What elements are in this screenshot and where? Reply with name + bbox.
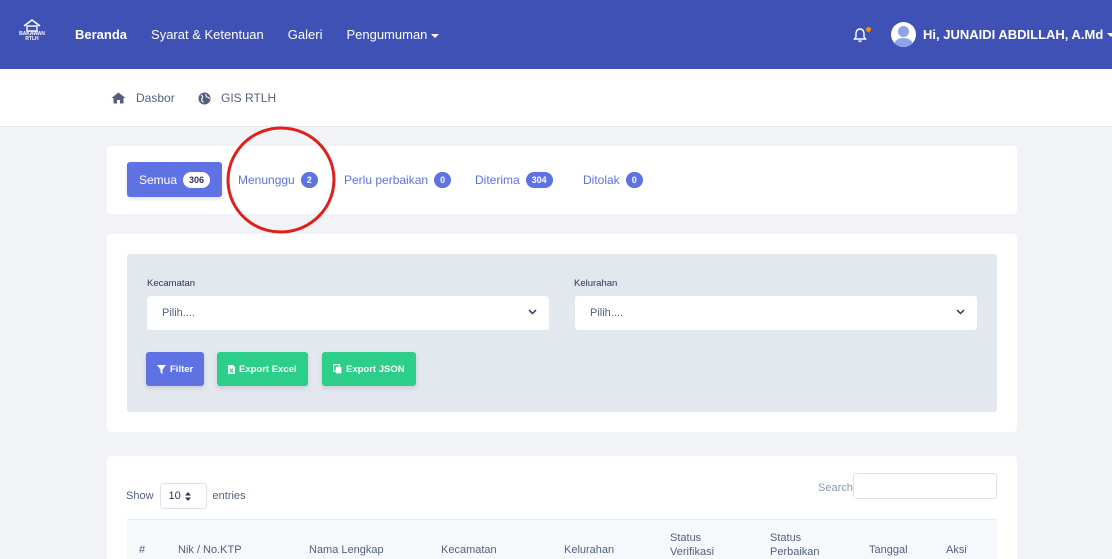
- entries-select[interactable]: 10: [159, 483, 207, 509]
- show-label: Show: [126, 490, 154, 502]
- search-input[interactable]: [853, 473, 997, 499]
- export-json-button[interactable]: Export JSON: [322, 352, 416, 386]
- breadcrumb-item-dasbor[interactable]: Dasbor: [111, 91, 175, 105]
- column-header-nik[interactable]: Nik / No.KTP: [178, 543, 242, 557]
- nav-item-pengumuman-label: Pengumuman: [346, 27, 428, 42]
- column-header-kecamatan[interactable]: Kecamatan: [441, 543, 497, 557]
- filter-button[interactable]: Filter: [146, 352, 205, 386]
- user-name: Hi, JUNAIDI ABDILLAH, A.Md: [923, 27, 1104, 42]
- top-navbar: BAKAWAN RTLH Beranda Syarat & Ketentuan …: [0, 0, 1112, 69]
- brand-text: BAKAWAN RTLH: [19, 31, 45, 42]
- tab-semua[interactable]: Semua 306: [127, 162, 223, 197]
- table-header: # Nik / No.KTP Nama Lengkap Kecamatan Ke…: [127, 519, 997, 559]
- entries-length-control: Show 10 entries: [126, 483, 246, 509]
- tab-ditolak[interactable]: Ditolak 0: [583, 162, 643, 197]
- export-excel-button[interactable]: Export Excel: [217, 352, 308, 386]
- column-header-kelurahan[interactable]: Kelurahan: [564, 543, 614, 557]
- count-badge: 304: [525, 171, 553, 188]
- home-icon: [111, 92, 126, 104]
- funnel-icon: [157, 364, 166, 374]
- kelurahan-select[interactable]: Pilih....: [575, 296, 977, 330]
- table-card: Show 10 entries Search: # Nik / No.KTP N…: [107, 456, 1017, 559]
- chevron-down-icon: [528, 309, 537, 315]
- breadcrumb: Dasbor GIS RTLH: [0, 69, 1112, 127]
- kecamatan-select[interactable]: Pilih....: [147, 296, 549, 330]
- notification-dot: [866, 27, 871, 32]
- column-header-status-perbaikan[interactable]: Status Perbaikan: [770, 531, 830, 559]
- filter-panel: Kecamatan Pilih.... Kelurahan Pilih.... …: [127, 254, 997, 412]
- globe-icon: [198, 92, 211, 104]
- count-badge: 0: [434, 171, 452, 188]
- column-header-aksi[interactable]: Aksi: [946, 543, 967, 557]
- tab-perlu-perbaikan[interactable]: Perlu perbaikan 0: [344, 162, 452, 197]
- tab-label: Ditolak: [583, 172, 620, 187]
- kecamatan-select-value: Pilih....: [162, 307, 196, 319]
- tab-diterima[interactable]: Diterima 304: [475, 162, 553, 197]
- count-badge: 0: [625, 171, 643, 188]
- brand-logo[interactable]: BAKAWAN RTLH: [17, 19, 47, 42]
- chevron-down-icon: [956, 309, 965, 315]
- sort-arrows-icon: [184, 491, 191, 501]
- breadcrumb-label-gis-rtlh: GIS RTLH: [221, 91, 277, 105]
- tab-label: Perlu perbaikan: [344, 172, 429, 187]
- search-label: Search:: [818, 482, 856, 494]
- nav-item-galeri[interactable]: Galeri: [288, 27, 323, 42]
- avatar: [891, 22, 916, 47]
- file-excel-icon: [228, 364, 235, 374]
- breadcrumb-label-dasbor: Dasbor: [136, 91, 175, 105]
- user-menu[interactable]: Hi, JUNAIDI ABDILLAH, A.Md: [891, 0, 1112, 69]
- kelurahan-select-value: Pilih....: [590, 307, 624, 319]
- nav-item-pengumuman[interactable]: Pengumuman: [346, 27, 440, 42]
- caret-down-icon: [1107, 32, 1112, 37]
- column-header-nama[interactable]: Nama Lengkap: [309, 543, 384, 557]
- nav-item-beranda[interactable]: Beranda: [75, 27, 127, 42]
- entries-label: entries: [212, 490, 246, 502]
- caret-down-icon: [431, 33, 440, 38]
- count-badge: 306: [183, 171, 211, 188]
- column-header-status-verifikasi[interactable]: Status Verifikasi: [670, 531, 730, 559]
- kelurahan-label: Kelurahan: [574, 278, 618, 289]
- copy-icon: [333, 364, 342, 374]
- column-header-tanggal[interactable]: Tanggal: [869, 543, 908, 557]
- tab-label: Diterima: [475, 172, 520, 187]
- bell-icon[interactable]: [853, 28, 867, 43]
- tab-label: Semua: [139, 172, 178, 187]
- highlight-ellipse: [226, 126, 336, 234]
- filter-card: Kecamatan Pilih.... Kelurahan Pilih.... …: [107, 234, 1017, 432]
- nav-item-syarat-ketentuan[interactable]: Syarat & Ketentuan: [151, 27, 264, 42]
- filter-button-label: Filter: [170, 363, 194, 375]
- nav-links: Beranda Syarat & Ketentuan Galeri Pengum…: [75, 0, 463, 69]
- kecamatan-label: Kecamatan: [147, 278, 196, 289]
- export-excel-label: Export Excel: [239, 363, 297, 375]
- column-header-number[interactable]: #: [139, 543, 145, 557]
- entries-select-value: 10: [168, 490, 181, 502]
- export-json-label: Export JSON: [346, 363, 405, 375]
- breadcrumb-item-gis-rtlh[interactable]: GIS RTLH: [198, 91, 276, 105]
